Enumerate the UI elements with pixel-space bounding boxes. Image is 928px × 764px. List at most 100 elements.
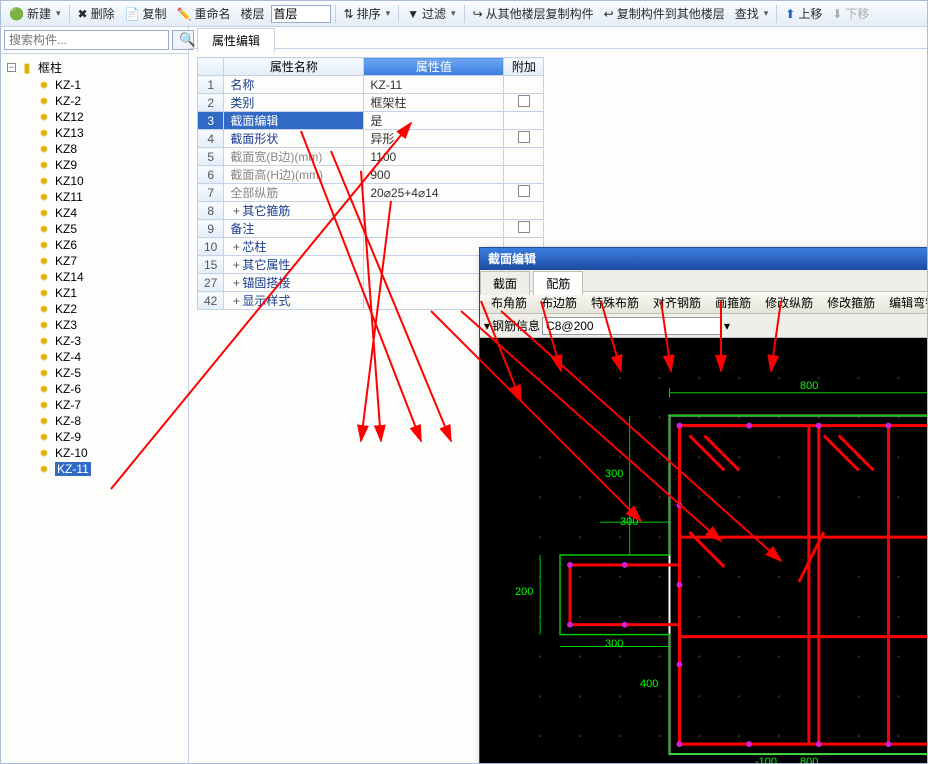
dropdown-icon[interactable]: ▾	[724, 319, 730, 333]
copy-from-button[interactable]: ↪从其他楼层复制构件	[469, 3, 598, 24]
sort-button[interactable]: ⇅排序	[340, 3, 395, 24]
rebar-info-input[interactable]	[542, 317, 722, 335]
tree-item[interactable]: ✹KZ-6	[3, 381, 186, 397]
dim-minus100: -100	[755, 756, 777, 764]
collapse-icon[interactable]: −	[7, 63, 16, 72]
section-tool-button[interactable]: 对齐钢筋	[646, 291, 708, 314]
section-editor-window: 截面编辑 截面 配筋 布角筋布边筋特殊布筋对齐钢筋画箍筋修改纵筋修改箍筋编辑弯钩…	[479, 247, 928, 764]
delete-button[interactable]: ✖删除	[74, 3, 119, 24]
tree-item[interactable]: ✹KZ-2	[3, 93, 186, 109]
tab-rebar[interactable]: 配筋	[533, 271, 583, 295]
property-row[interactable]: 9备注	[198, 220, 544, 238]
section-tabs: 截面 配筋	[480, 270, 928, 292]
tree-item[interactable]: ✹KZ3	[3, 317, 186, 333]
tab-section[interactable]: 截面	[480, 271, 530, 295]
section-tool-button[interactable]: 修改箍筋	[820, 291, 882, 314]
floor-label: 楼层	[237, 3, 269, 24]
copy-button[interactable]: 📄复制	[121, 3, 171, 24]
rename-button[interactable]: ✏️重命名	[173, 3, 235, 24]
checkbox[interactable]	[518, 221, 530, 233]
item-icon: ✹	[37, 334, 51, 348]
tree-item[interactable]: ✹KZ-3	[3, 333, 186, 349]
section-tool-button[interactable]: 修改纵筋	[758, 291, 820, 314]
item-icon: ✹	[37, 398, 51, 412]
tree-item[interactable]: ✹KZ-1	[3, 77, 186, 93]
checkbox[interactable]	[518, 131, 530, 143]
tree-item[interactable]: ✹KZ13	[3, 125, 186, 141]
copy-to-button[interactable]: ↩复制构件到其他楼层	[600, 3, 729, 24]
item-icon: ✹	[37, 254, 51, 268]
move-up-button[interactable]: ⬆上移	[781, 3, 826, 24]
item-icon: ✹	[37, 222, 51, 236]
section-window-title[interactable]: 截面编辑	[480, 248, 928, 270]
filter-button[interactable]: ▼过滤	[403, 3, 459, 24]
tree-item[interactable]: ✹KZ12	[3, 109, 186, 125]
section-canvas[interactable]: 800 900 300 200 300 300 400 800 -100 全部纵…	[480, 338, 928, 764]
new-icon: 🟢	[9, 7, 24, 21]
tree-item[interactable]: ✹KZ9	[3, 157, 186, 173]
tree-item[interactable]: ✹KZ10	[3, 173, 186, 189]
down-icon[interactable]: ▾	[484, 319, 490, 333]
dim-bot: 800	[800, 756, 818, 764]
tree-item[interactable]: ✹KZ14	[3, 269, 186, 285]
property-tab[interactable]: 属性编辑	[197, 28, 275, 52]
dim-300c: 300	[605, 638, 623, 650]
tree-item[interactable]: ✹KZ-10	[3, 445, 186, 461]
item-icon: ✹	[37, 126, 51, 140]
section-tool-button[interactable]: 画箍筋	[708, 291, 758, 314]
tree-item[interactable]: ✹KZ5	[3, 221, 186, 237]
tree-item[interactable]: ✹KZ-8	[3, 413, 186, 429]
tree-item[interactable]: ✹KZ6	[3, 237, 186, 253]
tree-item[interactable]: ✹KZ11	[3, 189, 186, 205]
arrow-down-icon: ⬇	[832, 7, 842, 21]
item-icon: ✹	[37, 382, 51, 396]
dim-300b: 300	[620, 516, 638, 528]
tree-item[interactable]: ✹KZ7	[3, 253, 186, 269]
property-row[interactable]: 6截面高(H边)(mm)900	[198, 166, 544, 184]
section-svg	[480, 338, 928, 764]
col-rownum	[198, 58, 224, 76]
column-icon: ▮	[20, 61, 34, 75]
tree-item[interactable]: ✹KZ-4	[3, 349, 186, 365]
section-tool-button[interactable]: 编辑弯钩	[882, 291, 928, 314]
tree-item[interactable]: ✹KZ-11	[3, 461, 186, 477]
new-button[interactable]: 🟢新建	[5, 3, 65, 24]
item-icon: ✹	[37, 414, 51, 428]
checkbox[interactable]	[518, 185, 530, 197]
property-tab-header: 属性编辑	[189, 27, 927, 49]
component-tree: − ▮ 框柱 ✹KZ-1✹KZ-2✹KZ12✹KZ13✹KZ8✹KZ9✹KZ10…	[1, 54, 188, 763]
item-icon: ✹	[37, 94, 51, 108]
floor-combo[interactable]	[271, 5, 331, 23]
find-button[interactable]: 查找	[731, 3, 773, 24]
copy-to-icon: ↩	[604, 7, 614, 21]
property-row[interactable]: 1名称KZ-11	[198, 76, 544, 94]
tree-root[interactable]: − ▮ 框柱	[3, 58, 186, 77]
rebar-input-label: 钢筋信息	[492, 317, 540, 334]
property-row[interactable]: 5截面宽(B边)(mm)1100	[198, 148, 544, 166]
tree-item[interactable]: ✹KZ8	[3, 141, 186, 157]
tree-item[interactable]: ✹KZ-9	[3, 429, 186, 445]
tree-item[interactable]: ✹KZ1	[3, 285, 186, 301]
rebar-input-row: ▾ 钢筋信息 ▾	[480, 314, 928, 338]
item-icon: ✹	[37, 446, 51, 460]
tree-item[interactable]: ✹KZ4	[3, 205, 186, 221]
property-row[interactable]: 8+其它箍筋	[198, 202, 544, 220]
item-icon: ✹	[37, 366, 51, 380]
property-row[interactable]: 2类别框架柱	[198, 94, 544, 112]
search-input[interactable]	[4, 30, 169, 50]
tree-item[interactable]: ✹KZ-7	[3, 397, 186, 413]
search-row: 🔍	[1, 27, 188, 54]
item-icon: ✹	[37, 190, 51, 204]
col-value: 属性值	[364, 58, 504, 76]
checkbox[interactable]	[518, 95, 530, 107]
item-icon: ✹	[37, 110, 51, 124]
item-icon: ✹	[37, 174, 51, 188]
tree-item[interactable]: ✹KZ2	[3, 301, 186, 317]
property-row[interactable]: 3截面编辑是	[198, 112, 544, 130]
tree-item[interactable]: ✹KZ-5	[3, 365, 186, 381]
property-row[interactable]: 7全部纵筋20⌀25+4⌀14	[198, 184, 544, 202]
section-tool-button[interactable]: 特殊布筋	[584, 291, 646, 314]
item-icon: ✹	[37, 462, 51, 476]
copy-from-icon: ↪	[473, 7, 483, 21]
property-row[interactable]: 4截面形状异形	[198, 130, 544, 148]
